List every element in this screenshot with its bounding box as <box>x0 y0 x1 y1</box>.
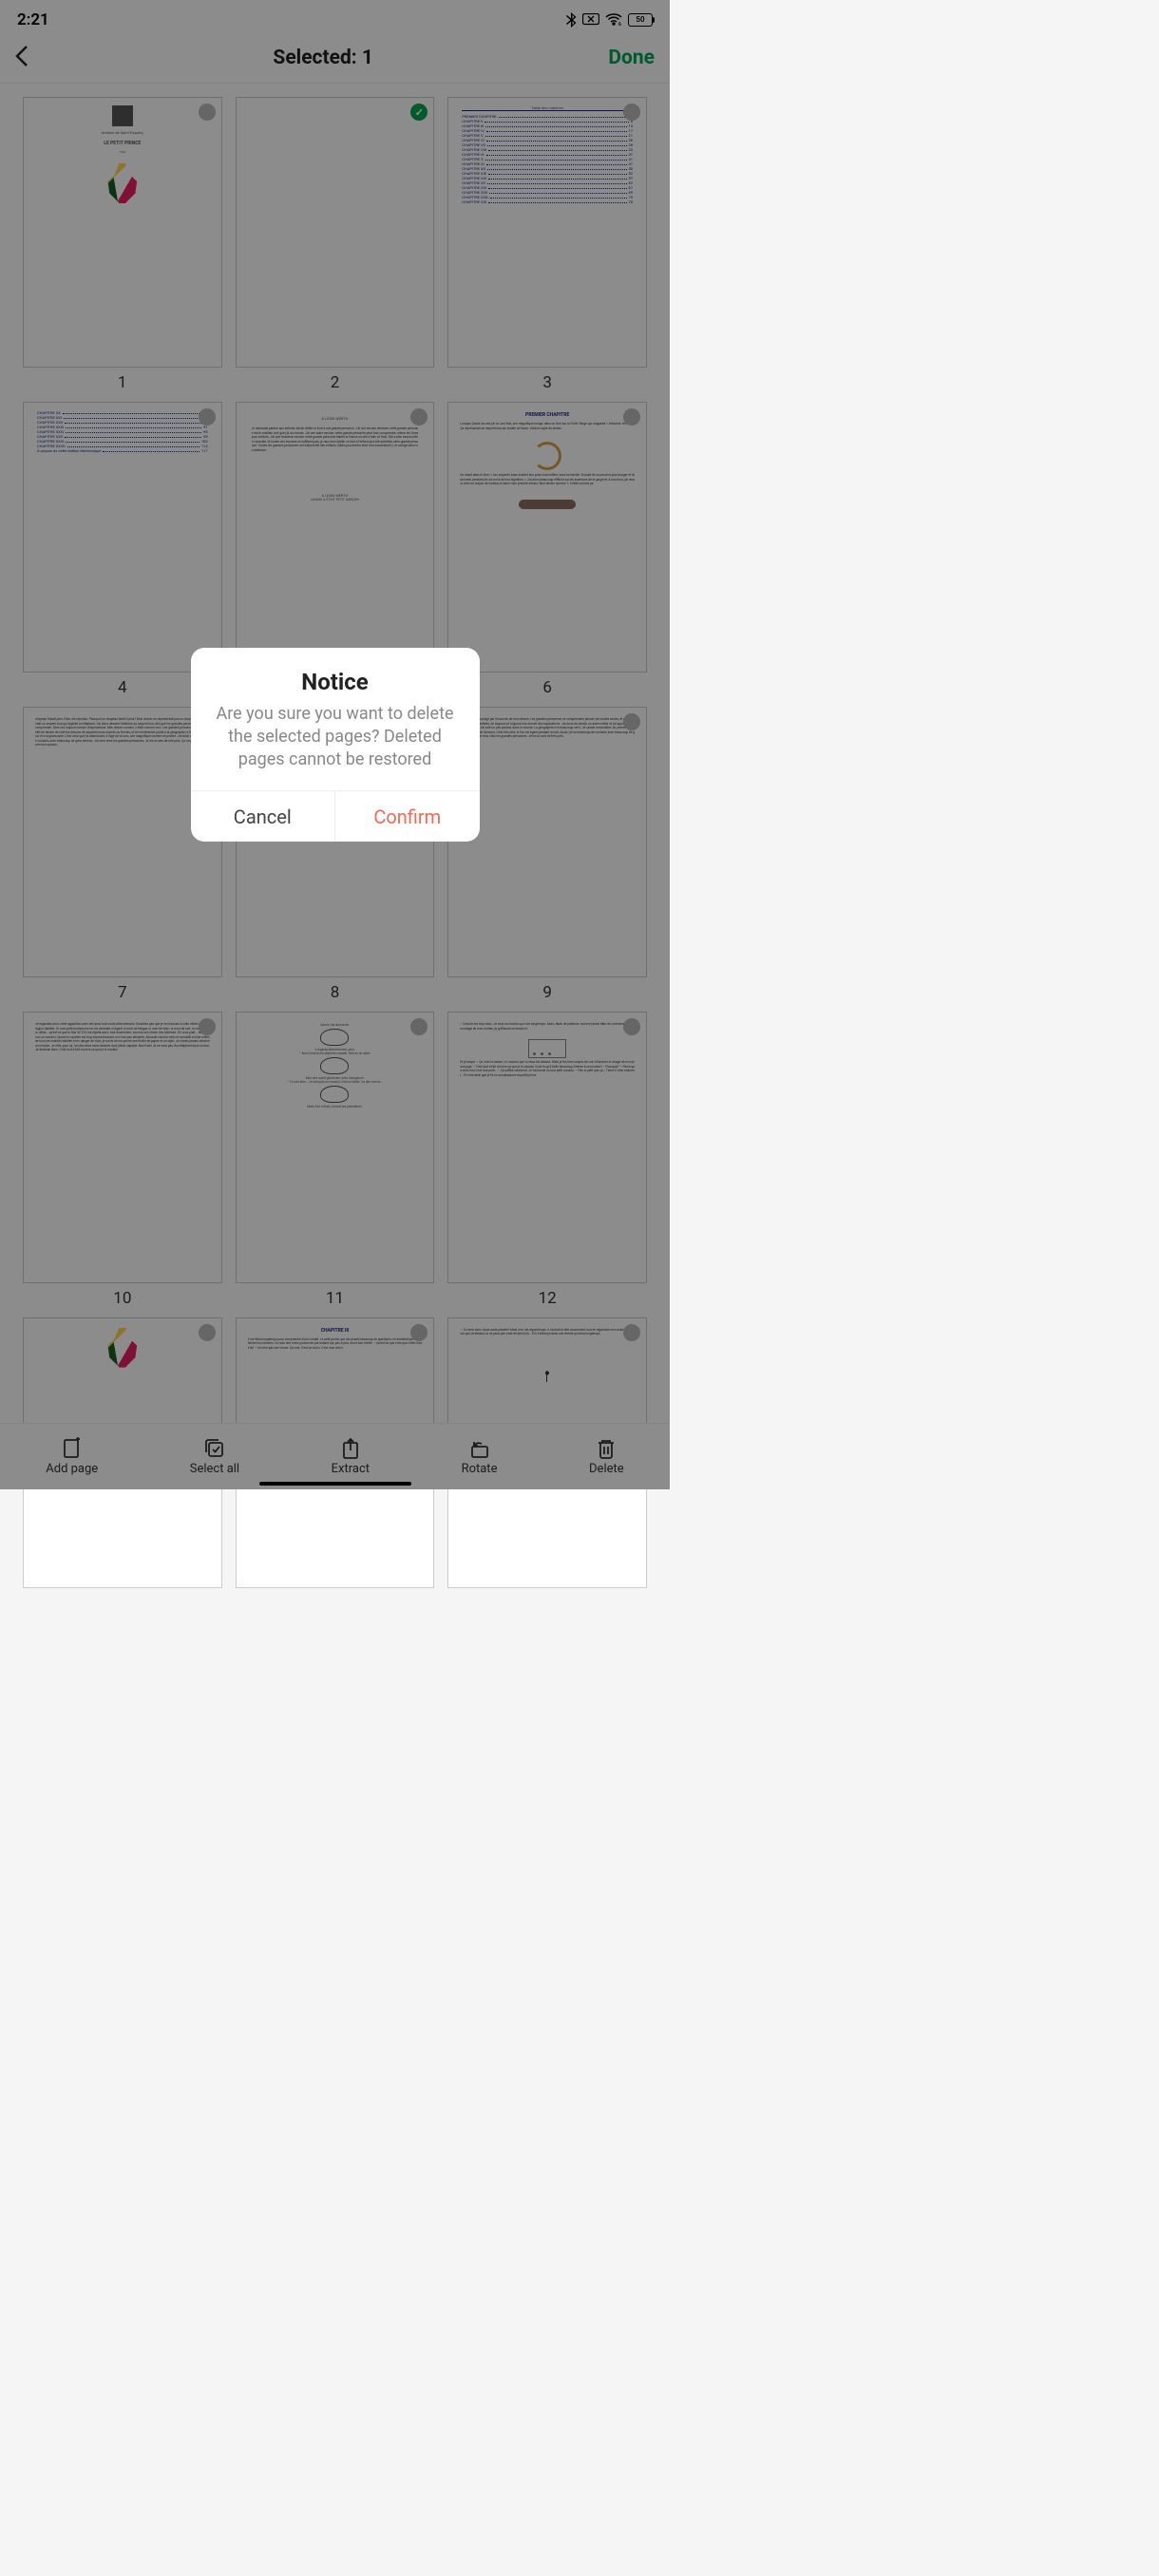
dialog-message: Are you sure you want to delete the sele… <box>210 703 461 772</box>
confirm-dialog: Notice Are you sure you want to delete t… <box>191 648 480 843</box>
dialog-title: Notice <box>210 669 461 695</box>
dialog-overlay: Notice Are you sure you want to delete t… <box>0 0 670 1489</box>
cancel-button[interactable]: Cancel <box>191 791 336 842</box>
confirm-button[interactable]: Confirm <box>335 791 480 842</box>
